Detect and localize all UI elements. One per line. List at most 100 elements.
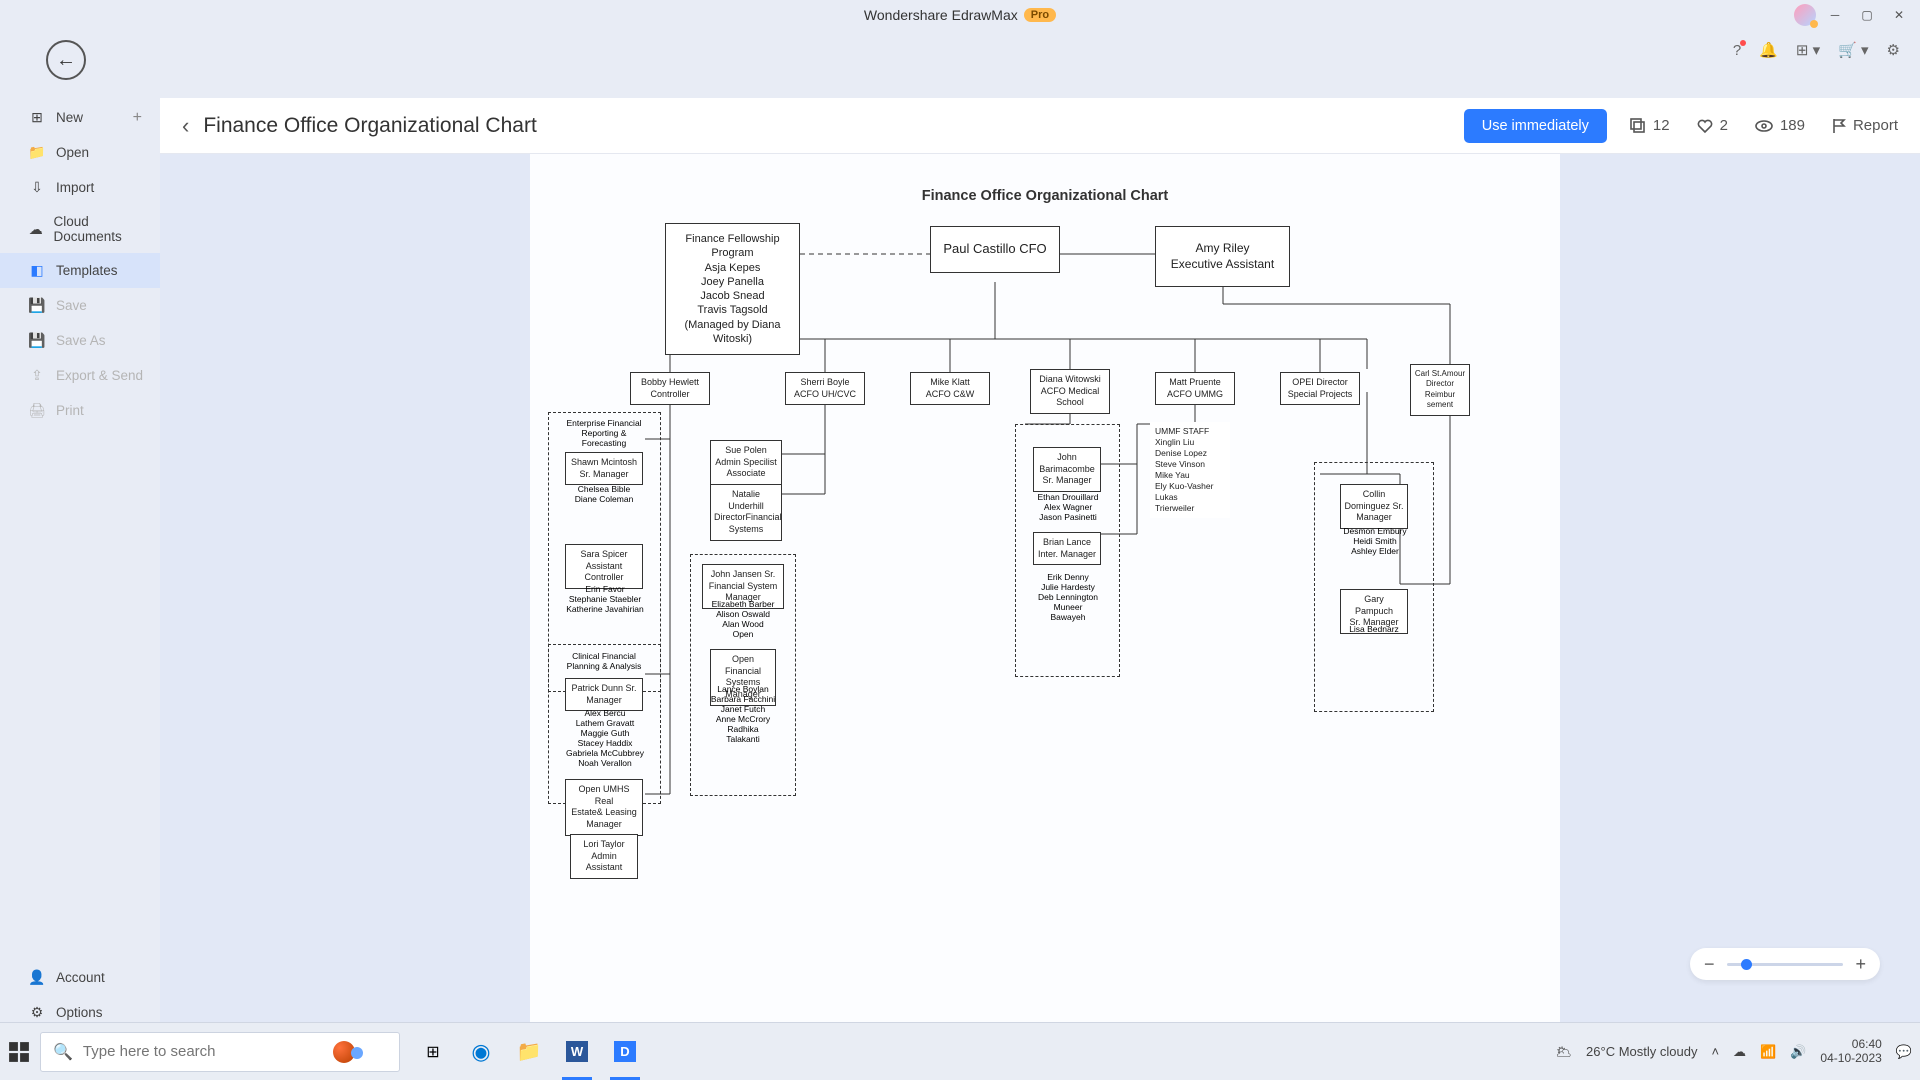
explorer-app[interactable]: 📁 [510,1033,548,1071]
org-text: Chelsea Bible Diane Coleman [565,484,643,504]
org-box-fellowship: Finance Fellowship Program Asja Kepes Jo… [665,223,800,355]
chart-title: Finance Office Organizational Chart [530,188,1560,204]
org-box: Collin Dominguez Sr. Manager [1340,484,1408,529]
sidebar-label: Options [56,1005,103,1020]
taskbar-clock[interactable]: 06:40 04-10-2023 [1820,1038,1881,1064]
zoom-control: − + [1690,948,1880,980]
eye-icon [1754,117,1774,135]
org-box: Sue Polen Admin Specilist Associate [710,440,782,485]
org-box: Carl St.Amour Director Reimbur sement [1410,364,1470,416]
org-box: Mike Klatt ACFO C&W [910,372,990,405]
sidebar-label: Templates [56,263,118,278]
export-icon: ⇪ [28,367,46,384]
plus-square-icon: ⊞ [28,109,46,126]
zoom-slider[interactable] [1727,963,1844,966]
save-icon: 💾 [28,297,46,314]
org-box: Open UMHS Real Estate& Leasing Manager [565,779,643,836]
plus-icon[interactable]: + [133,109,142,127]
sidebar-item-cloud[interactable]: ☁ Cloud Documents [0,205,160,253]
tray-chevron-icon[interactable]: ˄ [1711,1044,1719,1059]
stat-likes[interactable]: 2 [1696,117,1728,135]
sidebar-label: Open [56,145,89,160]
use-immediately-button[interactable]: Use immediately [1464,109,1607,143]
templates-icon: ◧ [28,262,46,279]
org-box: Sara Spicer Assistant Controller [565,544,643,589]
sidebar-item-templates[interactable]: ◧ Templates [0,253,160,288]
org-box: Lori Taylor Admin Assistant [570,834,638,879]
cloud-icon: ☁ [28,221,44,238]
settings-icon[interactable]: ⚙ [1887,41,1900,59]
bell-icon[interactable]: 🔔 [1759,41,1778,59]
sidebar-item-save: 💾 Save [0,288,160,323]
canvas-area[interactable]: Finance Office Organizational Chart [160,154,1920,1040]
stat-value: 189 [1780,117,1805,134]
stat-value: 12 [1653,117,1670,134]
volume-icon[interactable]: 🔊 [1790,1044,1806,1060]
stat-copies[interactable]: 12 [1629,117,1670,135]
org-box-cfo: Paul Castillo CFO [930,226,1060,273]
minimize-button[interactable]: ─ [1822,2,1848,28]
org-text: Lance Boylan Barbara Facchini Janet Futc… [702,684,784,744]
heart-icon [1696,117,1714,135]
taskview-button[interactable]: ⊞ [414,1033,452,1071]
org-text: Desmon Embury Heidi Smith Ashley Elder [1330,526,1420,556]
org-text: Clinical Financial Planning & Analysis [554,651,654,671]
org-text: Erik Denny Julie Hardesty Deb Lennington… [1025,572,1111,622]
search-input[interactable] [83,1043,319,1060]
org-box: Matt Pruente ACFO UMMG [1155,372,1235,405]
sidebar-item-print: 🖨 Print [0,393,160,428]
cart-icon[interactable]: 🛒 ▾ [1838,41,1868,59]
report-button[interactable]: Report [1831,117,1898,135]
edrawmax-app[interactable]: D [606,1033,644,1071]
zoom-out-button[interactable]: − [1704,954,1715,975]
stat-value: 2 [1720,117,1728,134]
zoom-in-button[interactable]: + [1855,954,1866,975]
grid-icon[interactable]: ⊞ ▾ [1796,41,1820,59]
sidebar-item-account[interactable]: 👤 Account [0,960,160,995]
taskbar: 🔍 ⊞ ◉ 📁 W D 🌥 26°C Mostly cloudy ˄ ☁ 📶 🔊… [0,1022,1920,1080]
onedrive-icon[interactable]: ☁ [1733,1044,1746,1060]
word-app[interactable]: W [558,1033,596,1071]
sidebar-label: Import [56,180,94,195]
stat-views[interactable]: 189 [1754,117,1805,135]
close-button[interactable]: ✕ [1886,2,1912,28]
back-button[interactable]: ← [46,40,86,80]
copy-icon [1629,117,1647,135]
org-box: Natalie Underhill DirectorFinancial Syst… [710,484,782,541]
org-box: Patrick Dunn Sr. Manager [565,678,643,711]
sidebar-label: Save As [56,333,106,348]
sidebar-item-import[interactable]: ⇩ Import [0,170,160,205]
org-box: Brian Lance Inter. Manager [1033,532,1101,565]
sidebar-item-saveas: 💾 Save As [0,323,160,358]
edge-app[interactable]: ◉ [462,1033,500,1071]
search-icon: 🔍 [53,1042,73,1062]
clock-date: 04-10-2023 [1820,1052,1881,1065]
org-text: Alex Bercu Lathem Gravatt Maggie Guth St… [558,708,652,768]
user-avatar[interactable] [1794,4,1816,26]
org-box: Bobby Hewlett Controller [630,372,710,405]
folder-icon: 📁 [28,144,46,161]
sidebar-item-new[interactable]: ⊞ New + [0,100,160,135]
header-back-button[interactable]: ‹ [182,113,189,139]
org-box-ea: Amy Riley Executive Assistant [1155,226,1290,287]
sidebar: ⊞ New + 📁 Open ⇩ Import ☁ Cloud Document… [0,100,160,1040]
weather-icon[interactable]: 🌥 [1556,1044,1573,1060]
taskbar-search[interactable]: 🔍 [40,1032,400,1072]
report-label: Report [1853,117,1898,134]
sidebar-item-open[interactable]: 📁 Open [0,135,160,170]
org-staff-box: UMMF STAFF Xinglin Liu Denise Lopez Stev… [1150,422,1230,518]
sidebar-label: Print [56,403,84,418]
pro-badge: Pro [1024,8,1056,22]
clock-time: 06:40 [1820,1038,1881,1051]
notifications-icon[interactable]: 💬 [1896,1044,1912,1060]
weather-text[interactable]: 26°C Mostly cloudy [1586,1044,1697,1059]
help-icon[interactable]: ? [1733,42,1741,59]
flag-icon [1831,117,1847,135]
start-button[interactable] [8,1041,30,1063]
org-text: Erin Favor Stephanie Staebler Katherine … [560,584,650,614]
wifi-icon[interactable]: 📶 [1760,1044,1776,1060]
maximize-button[interactable]: ▢ [1854,2,1880,28]
sidebar-label: Export & Send [56,368,143,383]
org-box: Diana Witowski ACFO Medical School [1030,369,1110,414]
org-text: Enterprise Financial Reporting & Forecas… [554,418,654,448]
